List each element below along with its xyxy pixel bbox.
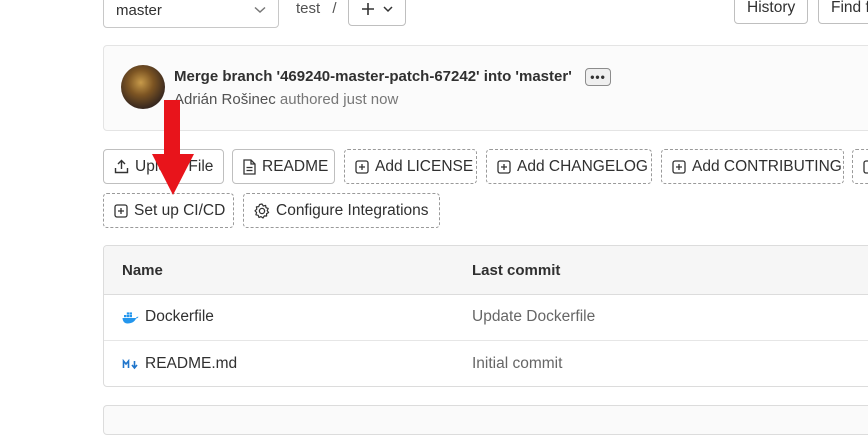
find-file-label: Find f: [831, 0, 868, 16]
gear-icon: [254, 202, 270, 219]
branch-selector[interactable]: master: [103, 0, 279, 28]
markdown-icon: [122, 358, 139, 370]
add-contributing-button[interactable]: Add CONTRIBUTING: [661, 149, 844, 184]
readme-preview-card: [103, 405, 868, 435]
commit-description-toggle[interactable]: •••: [585, 68, 611, 86]
plus-icon: [361, 2, 375, 16]
add-contributing-label: Add CONTRIBUTING: [692, 157, 842, 175]
docker-icon: [122, 311, 139, 324]
configure-integrations-label: Configure Integrations: [276, 201, 429, 219]
last-commit-card: [103, 45, 868, 131]
file-name-cell[interactable]: README.md: [122, 355, 237, 373]
add-license-label: Add LICENSE: [375, 157, 474, 175]
readme-button[interactable]: README: [232, 149, 335, 184]
configure-integrations-button[interactable]: Configure Integrations: [243, 193, 440, 228]
file-name: Dockerfile: [145, 308, 214, 325]
plus-square-icon: [863, 159, 868, 174]
plus-square-icon: [672, 159, 686, 174]
last-commit-message[interactable]: Update Dockerfile: [472, 308, 595, 326]
file-name: README.md: [145, 355, 238, 372]
add-license-button[interactable]: Add LICENSE: [344, 149, 477, 184]
history-label: History: [747, 0, 796, 16]
table-row[interactable]: README.md Initial commit: [104, 340, 868, 386]
branch-name: master: [116, 1, 162, 19]
plus-square-icon: [114, 203, 128, 218]
annotation-arrow-icon: [152, 100, 194, 195]
file-tree-table: Name Last commit Dockerfile Update Docke…: [103, 245, 868, 387]
breadcrumb-project[interactable]: test: [296, 0, 320, 17]
commit-title[interactable]: Merge branch '469240-master-patch-67242'…: [174, 68, 572, 85]
file-icon: [243, 158, 256, 175]
setup-cicd-button[interactable]: Set up CI/CD: [103, 193, 234, 228]
chevron-down-icon: [254, 6, 266, 14]
breadcrumb-separator: /: [332, 0, 337, 17]
readme-label: README: [262, 157, 329, 175]
plus-square-icon: [355, 159, 369, 174]
column-header-name: Name: [122, 262, 163, 279]
more-actions-button[interactable]: [852, 149, 868, 184]
add-changelog-button[interactable]: Add CHANGELOG: [486, 149, 652, 184]
table-row[interactable]: Dockerfile Update Dockerfile: [104, 294, 868, 340]
add-dropdown-button[interactable]: [348, 0, 406, 26]
file-name-cell[interactable]: Dockerfile: [122, 308, 214, 326]
column-header-last-commit: Last commit: [472, 262, 561, 279]
table-header: Name Last commit: [104, 246, 868, 295]
chevron-down-icon: [383, 5, 393, 13]
history-button[interactable]: History: [734, 0, 809, 24]
commit-meta: Adrián Rošinec authored just now: [174, 91, 398, 108]
ellipsis-icon: •••: [590, 70, 606, 84]
commit-time: authored just now: [279, 91, 399, 108]
upload-icon: [114, 159, 129, 174]
setup-cicd-label: Set up CI/CD: [134, 201, 226, 219]
plus-square-icon: [497, 159, 511, 174]
last-commit-message[interactable]: Initial commit: [472, 355, 562, 373]
breadcrumb: test /: [296, 0, 337, 17]
add-changelog-label: Add CHANGELOG: [517, 157, 648, 175]
find-file-button[interactable]: Find f: [818, 0, 868, 24]
